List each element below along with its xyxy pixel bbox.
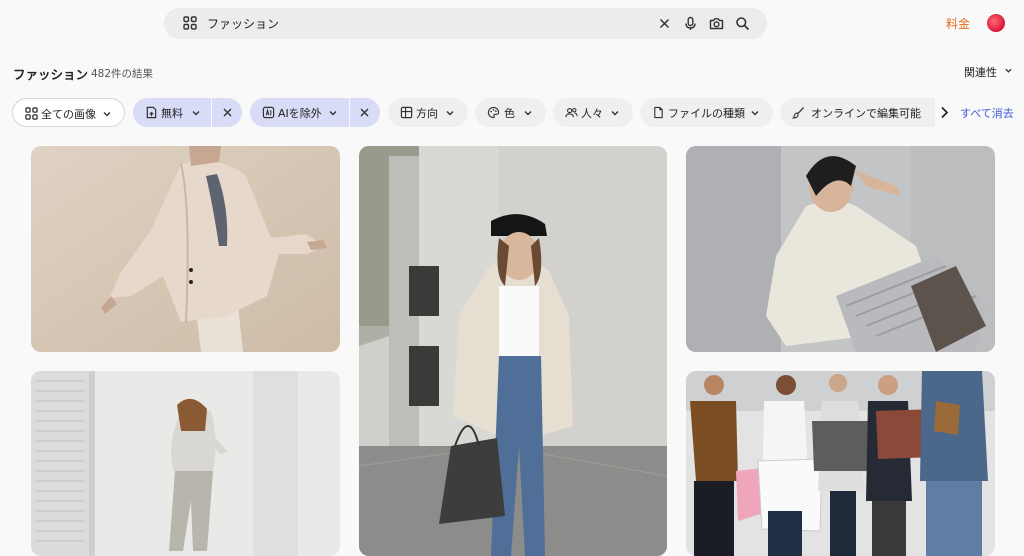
filter-label: 人々 (581, 107, 603, 120)
image-result-5[interactable] (686, 371, 995, 556)
search-bar[interactable] (164, 8, 767, 39)
filter-file-type[interactable]: ファイルの種類 (640, 98, 773, 127)
filter-label: 全ての画像 (41, 108, 96, 121)
filter-label: 方向 (416, 107, 438, 120)
filter-orientation[interactable]: 方向 (388, 98, 468, 127)
image-result-1[interactable] (31, 146, 340, 352)
sort-dropdown[interactable]: 関連性 (964, 64, 1012, 80)
grid-icon (183, 16, 197, 30)
filter-label: 無料 (161, 107, 183, 120)
chevron-down-icon (446, 111, 454, 116)
image-result-4[interactable] (31, 371, 340, 556)
filter-editable-online[interactable]: オンラインで編集可能 (780, 98, 935, 127)
filter-exclude-ai[interactable]: AIを除外 (250, 98, 380, 127)
chevron-down-icon (524, 111, 532, 116)
filter-free[interactable]: 無料 (133, 98, 242, 127)
filter-label: AIを除外 (278, 107, 322, 120)
filter-people[interactable]: 人々 (553, 98, 633, 127)
pricing-link[interactable]: 料金 (946, 15, 970, 32)
camera-icon[interactable] (709, 16, 724, 31)
filter-label: 色 (504, 107, 515, 120)
filter-label: オンラインで編集可能 (811, 107, 921, 120)
chevron-down-icon (1005, 68, 1012, 73)
palette-icon (487, 106, 500, 119)
image-result-3[interactable] (686, 146, 995, 352)
search-icon[interactable] (735, 16, 750, 31)
image-result-2[interactable] (359, 146, 667, 556)
chevron-down-icon (751, 111, 759, 116)
file-icon (654, 106, 663, 119)
people-icon (565, 107, 578, 118)
results-count: 482件の結果 (91, 68, 154, 80)
orientation-icon (400, 106, 413, 119)
avatar[interactable] (987, 14, 1005, 32)
chevron-down-icon (329, 111, 337, 116)
chip-divider (211, 98, 212, 127)
chevron-down-icon (611, 111, 619, 116)
filter-all-images[interactable]: 全ての画像 (12, 98, 125, 127)
chevron-down-icon (103, 112, 111, 117)
ai-icon (262, 106, 275, 119)
remove-filter-icon[interactable] (222, 107, 233, 118)
microphone-icon[interactable] (683, 16, 698, 31)
search-input[interactable] (207, 13, 627, 34)
sort-label: 関連性 (964, 66, 997, 79)
close-icon[interactable] (657, 16, 672, 31)
top-bar: 料金 (0, 0, 1024, 50)
brush-icon (792, 106, 805, 119)
results-title: ファッション (13, 67, 89, 82)
free-tag-icon (146, 106, 157, 119)
chevron-right-icon[interactable] (935, 101, 955, 124)
filter-label: ファイルの種類 (668, 107, 745, 120)
grid-icon (25, 107, 38, 120)
chevron-down-icon (192, 111, 200, 116)
remove-filter-icon[interactable] (359, 107, 370, 118)
clear-all-link[interactable]: すべて消去 (960, 105, 1014, 121)
chip-divider (349, 98, 350, 127)
filter-color[interactable]: 色 (475, 98, 546, 127)
